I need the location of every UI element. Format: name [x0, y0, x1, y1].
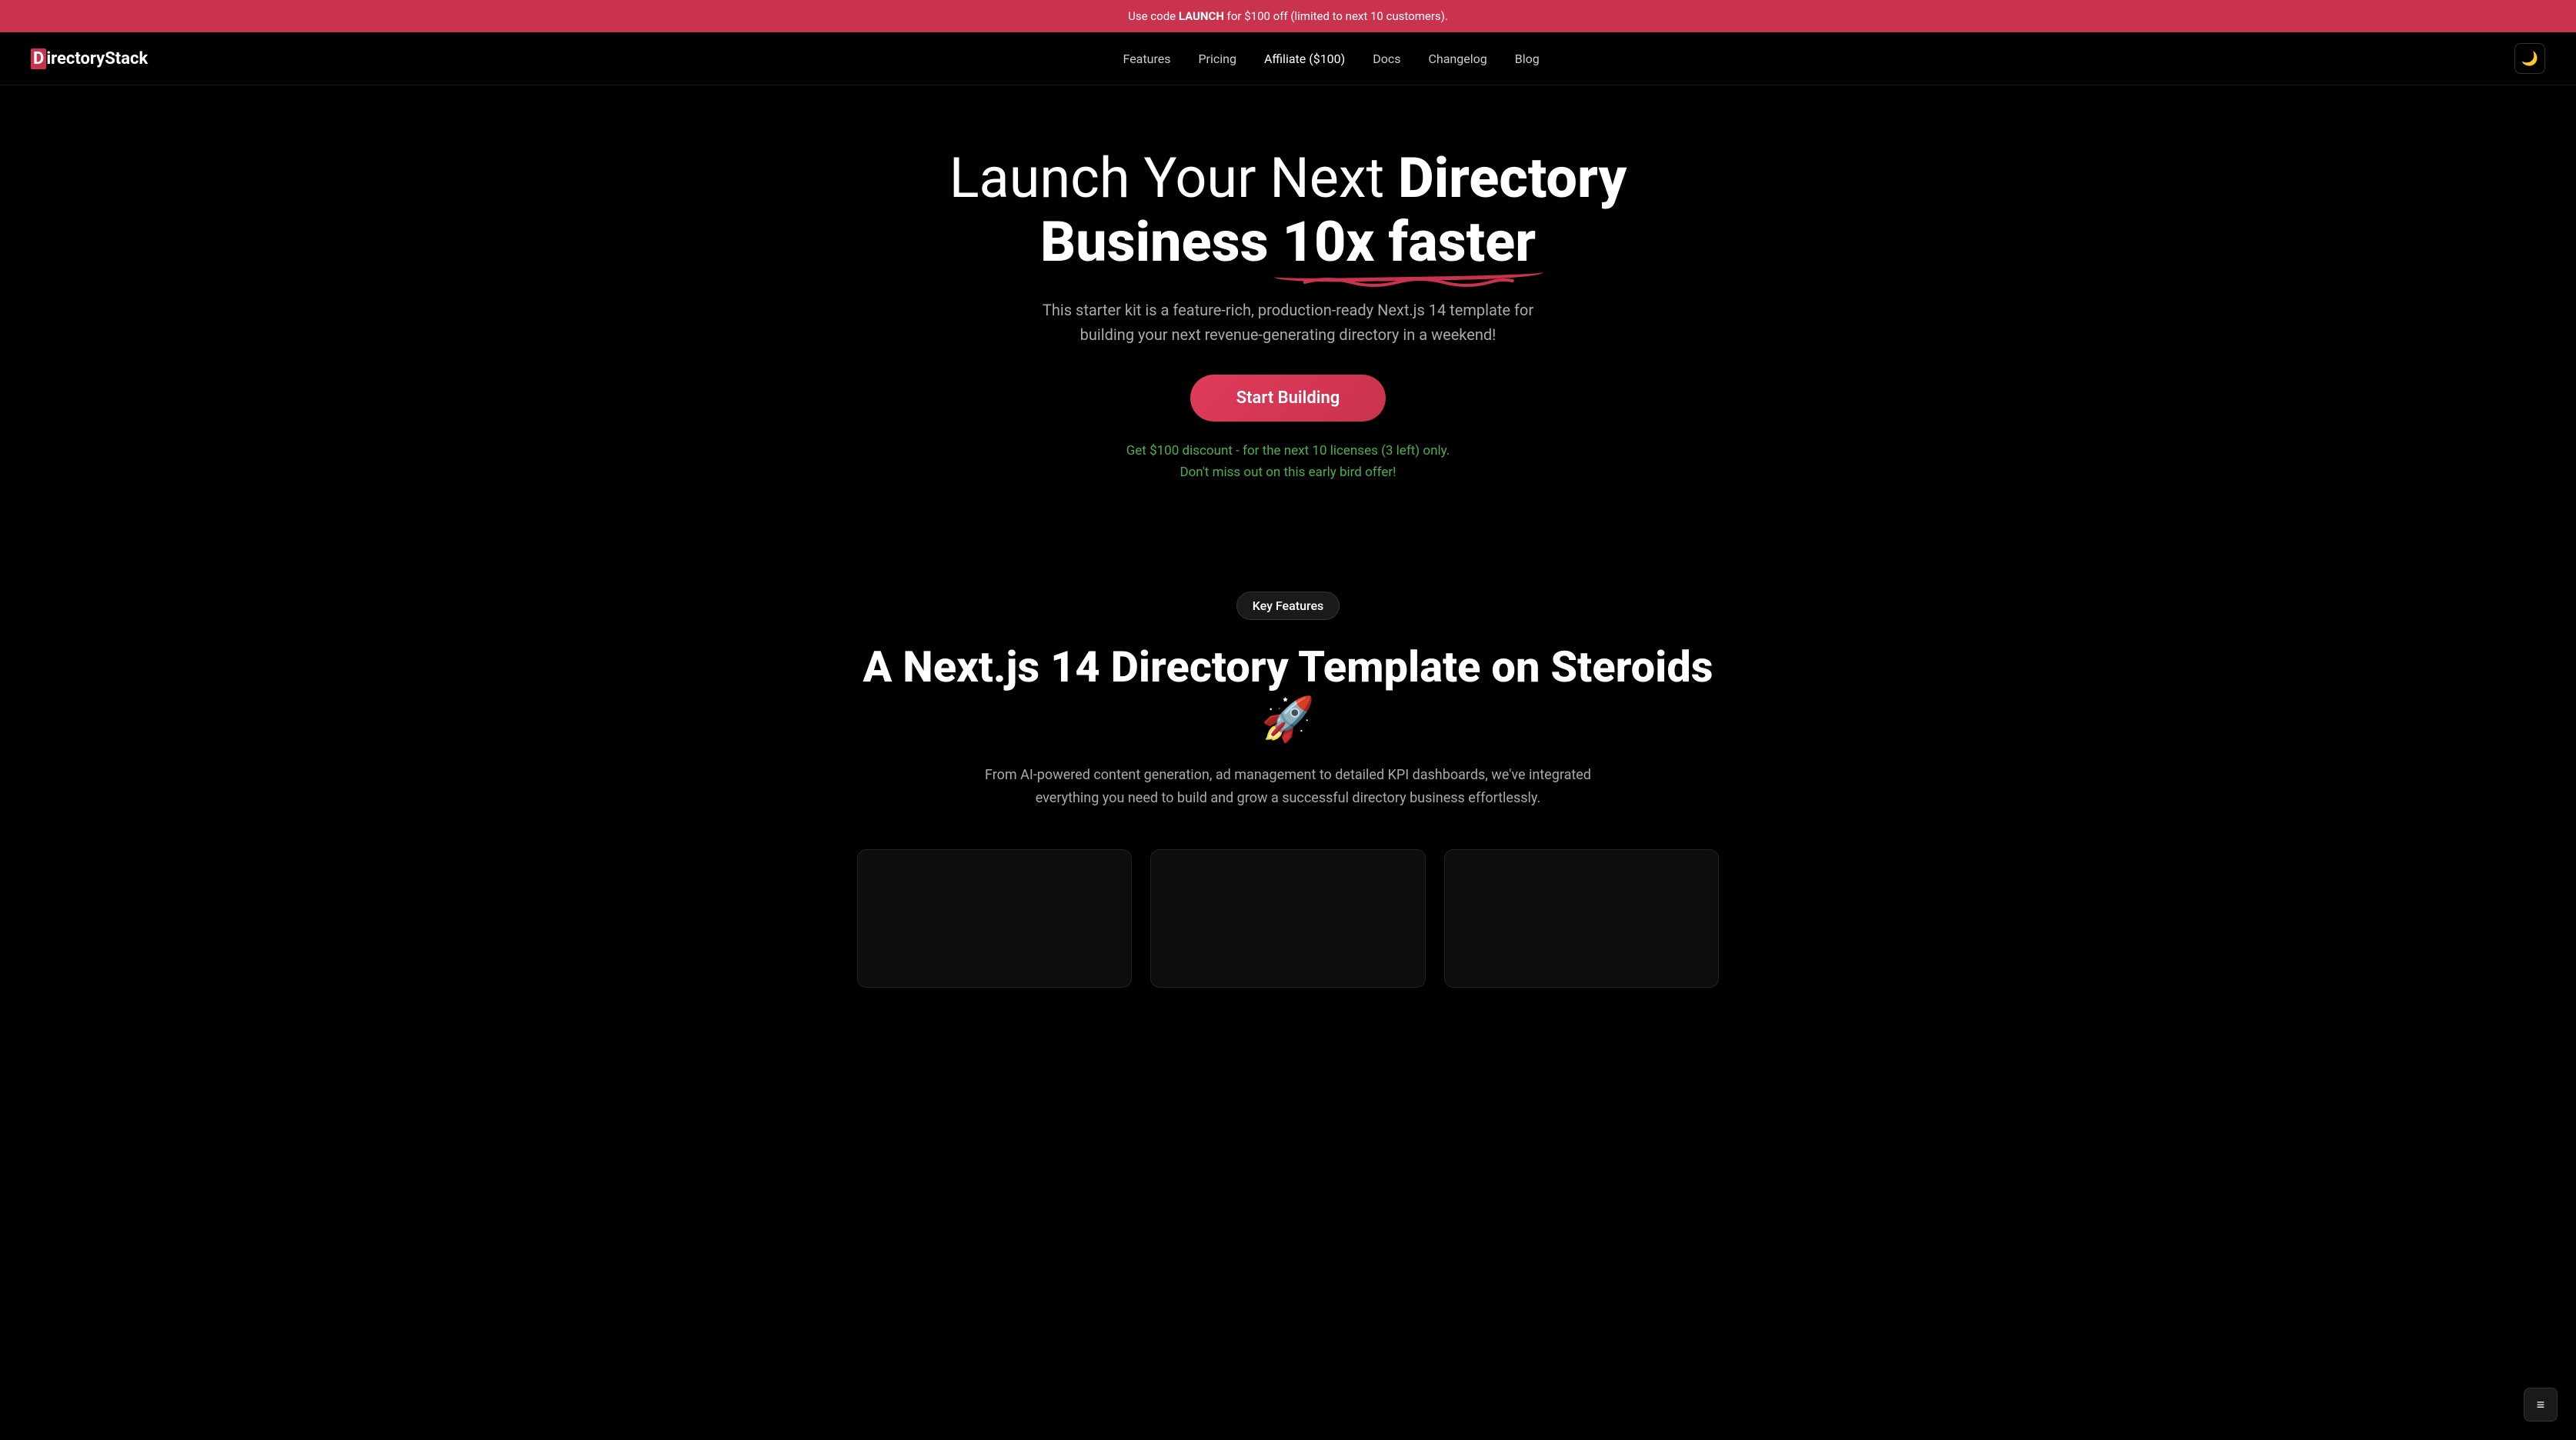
hero-title-bold: Directory	[1398, 145, 1627, 211]
nav-link-pricing[interactable]: Pricing	[1198, 52, 1236, 66]
nav-link-affiliate[interactable]: Affiliate ($100)	[1264, 52, 1345, 66]
feature-cards-grid	[857, 849, 1719, 988]
logo-highlight: D	[31, 48, 46, 69]
moon-icon: 🌙	[2521, 51, 2538, 67]
menu-icon: ≡	[2537, 1397, 2545, 1413]
underline-squiggle	[1274, 273, 1543, 288]
nav-link-changelog[interactable]: Changelog	[1429, 52, 1487, 66]
logo: DirectoryStack	[31, 49, 148, 68]
hero-subtitle: This starter kit is a feature-rich, prod…	[1019, 298, 1557, 347]
hero-section: Launch Your Next Directory Business 10x …	[826, 85, 1750, 530]
nav-link-docs[interactable]: Docs	[1373, 52, 1400, 66]
features-subtitle: From AI-powered content generation, ad m…	[980, 764, 1596, 811]
hero-title-part1: Launch Your Next	[949, 145, 1398, 211]
nav-links: Features Pricing Affiliate ($100) Docs C…	[1123, 52, 1540, 66]
nav-item-pricing[interactable]: Pricing	[1198, 52, 1236, 66]
announcement-code: LAUNCH	[1179, 9, 1224, 23]
navbar: DirectoryStack Features Pricing Affiliat…	[0, 32, 2576, 85]
discount-text: Get $100 discount - for the next 10 lice…	[1126, 440, 1450, 485]
features-section: Key Features A Next.js 14 Directory Temp…	[826, 530, 1750, 1018]
nav-item-features[interactable]: Features	[1123, 52, 1171, 66]
features-title: A Next.js 14 Directory Template on Stero…	[857, 642, 1719, 745]
nav-link-features[interactable]: Features	[1123, 52, 1171, 66]
announcement-banner: Use code LAUNCH for $100 off (limited to…	[0, 0, 2576, 32]
feature-card-3	[1444, 849, 1719, 988]
nav-link-blog[interactable]: Blog	[1515, 52, 1540, 66]
nav-right: 🌙	[2514, 43, 2545, 74]
announcement-suffix: for $100 off (limited to next 10 custome…	[1224, 9, 1448, 23]
hero-title: Launch Your Next Directory Business 10x …	[949, 147, 1627, 275]
start-building-button[interactable]: Start Building	[1190, 375, 1386, 422]
hero-title-underline: 10x faster	[1282, 211, 1536, 275]
logo-text: DirectoryStack	[31, 49, 148, 68]
announcement-prefix: Use code	[1128, 9, 1179, 23]
feature-card-1	[857, 849, 1132, 988]
scroll-menu-button[interactable]: ≡	[2524, 1388, 2558, 1422]
features-badge: Key Features	[1236, 592, 1340, 620]
nav-item-docs[interactable]: Docs	[1373, 52, 1400, 66]
logo-stack: Stack	[105, 49, 148, 68]
discount-line1: Get $100 discount - for the next 10 lice…	[1126, 440, 1450, 462]
nav-item-blog[interactable]: Blog	[1515, 52, 1540, 66]
hero-title-part2: Business	[1040, 209, 1283, 275]
nav-item-changelog[interactable]: Changelog	[1429, 52, 1487, 66]
nav-item-affiliate[interactable]: Affiliate ($100)	[1264, 52, 1345, 66]
discount-line2: Don't miss out on this early bird offer!	[1126, 462, 1450, 484]
theme-toggle-button[interactable]: 🌙	[2514, 43, 2545, 74]
feature-card-2	[1150, 849, 1425, 988]
